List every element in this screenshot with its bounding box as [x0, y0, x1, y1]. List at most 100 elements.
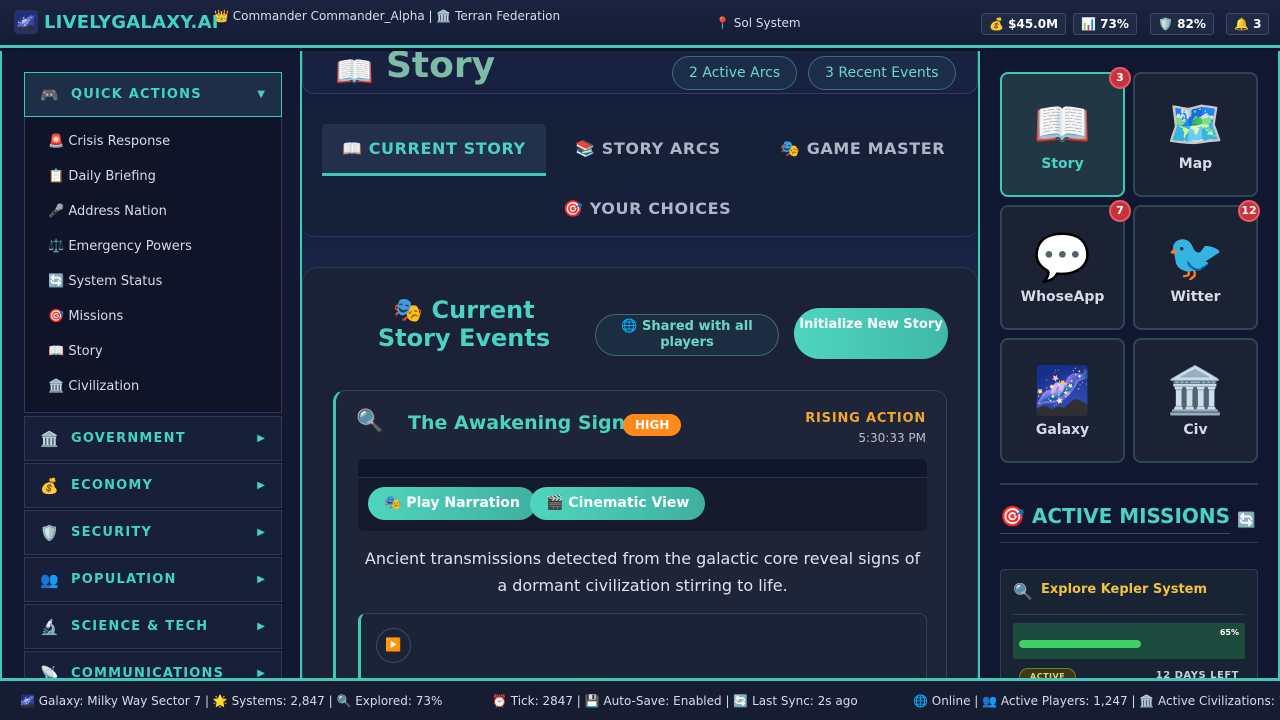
- mission-progress: 65%: [1013, 623, 1245, 659]
- map-icon: 🗺️: [1166, 97, 1225, 151]
- event-time: 5:30:33 PM: [858, 431, 926, 445]
- quick-item-address-nation[interactable]: 🎤 Address Nation: [48, 204, 167, 219]
- people-icon: 👥: [40, 570, 59, 589]
- chevron-right-icon: ▶: [257, 480, 265, 491]
- quick-item-civilization[interactable]: 🏛️ Civilization: [48, 379, 139, 394]
- refresh-icon[interactable]: 🔄: [1237, 511, 1256, 529]
- money-bag-icon: 💰: [40, 476, 59, 495]
- system-status: ⏰ Tick: 2847 | 💾 Auto-Save: Enabled | 🔄 …: [492, 694, 858, 708]
- galaxy-status: 🌌 Galaxy: Milky Way Sector 7 | 🌟 Systems…: [20, 694, 443, 708]
- brand[interactable]: 🌌 LIVELYGALAXY.AI: [14, 10, 219, 34]
- top-bar: 🌌 LIVELYGALAXY.AI 👑 Commander Commander_…: [0, 0, 1280, 48]
- section-label: GOVERNMENT: [71, 431, 186, 446]
- sidebar-section-economy[interactable]: 💰 ECONOMY ▶: [24, 463, 282, 508]
- app-map[interactable]: 🗺️ Map: [1133, 72, 1258, 197]
- tab-your-choices[interactable]: 🎯 YOUR CHOICES: [543, 184, 751, 236]
- witter-badge: 12: [1238, 200, 1260, 222]
- current-story-events-panel: 🎭 Current Story Events 🌐 Shared with all…: [302, 267, 978, 679]
- bird-icon: 🐦: [1166, 230, 1225, 284]
- cinematic-view-button[interactable]: 🎬 Cinematic View: [530, 487, 706, 520]
- divider: [1000, 483, 1258, 485]
- app-launcher-panel: 📖 Story 3 🗺️ Map 💬 WhoseApp 7 🐦 Witter 1…: [978, 51, 1280, 679]
- section-label: SCIENCE & TECH: [71, 619, 209, 634]
- sidebar-section-government[interactable]: 🏛️ GOVERNMENT ▶: [24, 416, 282, 461]
- government-icon: 🏛️: [40, 429, 59, 448]
- sidebar-section-science-tech[interactable]: 🔬 SCIENCE & TECH ▶: [24, 604, 282, 649]
- quick-item-crisis-response[interactable]: 🚨 Crisis Response: [48, 134, 170, 149]
- book-icon: 📖: [1033, 97, 1092, 151]
- play-narration-button[interactable]: 🎭 Play Narration: [368, 487, 536, 520]
- story-header: 📖 Story 2 Active Arcs 3 Recent Events: [302, 51, 978, 94]
- narration-player: ▶️: [358, 613, 927, 679]
- quick-actions-list: 🚨 Crisis Response 📋 Daily Briefing 🎤 Add…: [24, 117, 282, 413]
- chevron-down-icon: ▼: [257, 89, 265, 100]
- app-label: Civ: [1183, 422, 1208, 438]
- treasury-stat[interactable]: 💰 $45.0M: [981, 13, 1067, 35]
- quick-item-emergency-powers[interactable]: ⚖️ Emergency Powers: [48, 239, 192, 254]
- story-event-card[interactable]: 🔍 The Awakening Signal HIGH RISING ACTIO…: [333, 390, 947, 679]
- galaxy-icon: 🌌: [1033, 363, 1092, 417]
- story-tabs: 📖 CURRENT STORY 📚 STORY ARCS 🎭 GAME MAST…: [302, 106, 978, 237]
- page-title: Story: [386, 51, 496, 86]
- quick-item-missions[interactable]: 🎯 Missions: [48, 309, 123, 324]
- priority-badge: HIGH: [623, 414, 682, 436]
- play-icon[interactable]: ▶️: [376, 628, 411, 663]
- book-icon: 📖: [335, 54, 374, 90]
- satellite-icon: 📡: [40, 664, 59, 680]
- notifications-button[interactable]: 🔔 3: [1226, 13, 1270, 35]
- divider: [1013, 614, 1245, 615]
- search-icon: 🔍: [1013, 582, 1033, 601]
- shared-badge: 🌐 Shared with all players: [595, 314, 779, 356]
- tab-current-story[interactable]: 📖 CURRENT STORY: [322, 124, 546, 176]
- approval-stat[interactable]: 📊 73%: [1073, 13, 1137, 35]
- mission-title: Explore Kepler System: [1041, 582, 1208, 597]
- app-galaxy[interactable]: 🌌 Galaxy: [1000, 338, 1125, 463]
- active-arcs-pill[interactable]: 2 Active Arcs: [672, 56, 798, 90]
- app-whoseapp[interactable]: 💬 WhoseApp: [1000, 205, 1125, 330]
- quick-item-daily-briefing[interactable]: 📋 Daily Briefing: [48, 169, 156, 184]
- media-strip: [358, 459, 927, 478]
- sidebar-section-security[interactable]: 🛡️ SECURITY ▶: [24, 510, 282, 555]
- galaxy-icon: 🌌: [14, 10, 38, 34]
- chevron-right-icon: ▶: [257, 527, 265, 538]
- app-story[interactable]: 📖 Story: [1000, 72, 1125, 197]
- quick-actions-header[interactable]: 🎮 QUICK ACTIONS ▼: [24, 72, 282, 117]
- story-screen: 📖 Story 2 Active Arcs 3 Recent Events 📖 …: [302, 51, 978, 679]
- status-bar: 🌌 Galaxy: Milky Way Sector 7 | 🌟 Systems…: [0, 678, 1280, 720]
- app-label: Story: [1041, 156, 1084, 172]
- security-stat[interactable]: 🛡️ 82%: [1150, 13, 1214, 35]
- section-label: ECONOMY: [71, 478, 154, 493]
- gamepad-icon: 🎮: [40, 85, 59, 104]
- sidebar-section-population[interactable]: 👥 POPULATION ▶: [24, 557, 282, 602]
- event-media-controls: 🎭 Play Narration 🎬 Cinematic View: [358, 459, 927, 531]
- quick-actions-label: QUICK ACTIONS: [71, 87, 202, 102]
- shield-icon: 🛡️: [40, 523, 59, 542]
- mission-card[interactable]: 🔍 Explore Kepler System 65% ACTIVE 12 DA…: [1000, 569, 1258, 679]
- progress-label: 65%: [1219, 628, 1239, 637]
- quick-item-system-status[interactable]: 🔄 System Status: [48, 274, 162, 289]
- sidebar: 🎮 QUICK ACTIONS ▼ 🚨 Crisis Response 📋 Da…: [0, 51, 302, 679]
- initialize-story-button[interactable]: Initialize New Story: [794, 308, 948, 359]
- events-title: 🎭 Current Story Events: [377, 296, 551, 352]
- app-civ[interactable]: 🏛️ Civ: [1133, 338, 1258, 463]
- app-label: Map: [1178, 156, 1213, 172]
- recent-events-pill[interactable]: 3 Recent Events: [808, 56, 956, 90]
- quick-item-story[interactable]: 📖 Story: [48, 344, 103, 359]
- tab-story-arcs[interactable]: 📚 STORY ARCS: [555, 124, 741, 176]
- chevron-right-icon: ▶: [257, 574, 265, 585]
- app-label: WhoseApp: [1020, 289, 1105, 305]
- active-missions-title: 🎯 ACTIVE MISSIONS: [1000, 504, 1231, 534]
- app-label: Galaxy: [1035, 422, 1090, 438]
- network-status: 🌐 Online | 👥 Active Players: 1,247 | 🏛️ …: [913, 694, 1280, 708]
- app-witter[interactable]: 🐦 Witter: [1133, 205, 1258, 330]
- progress-fill: [1019, 640, 1141, 648]
- sidebar-section-communications[interactable]: 📡 COMMUNICATIONS ▶: [24, 651, 282, 679]
- app-label: Witter: [1170, 289, 1221, 305]
- event-phase: RISING ACTION: [805, 411, 926, 426]
- event-title: The Awakening Signal: [408, 412, 645, 434]
- chevron-right-icon: ▶: [257, 433, 265, 444]
- microscope-icon: 🔬: [40, 617, 59, 636]
- story-badge: 3: [1109, 67, 1131, 89]
- tab-game-master[interactable]: 🎭 GAME MASTER: [760, 124, 965, 176]
- brand-name: LIVELYGALAXY.AI: [44, 11, 219, 33]
